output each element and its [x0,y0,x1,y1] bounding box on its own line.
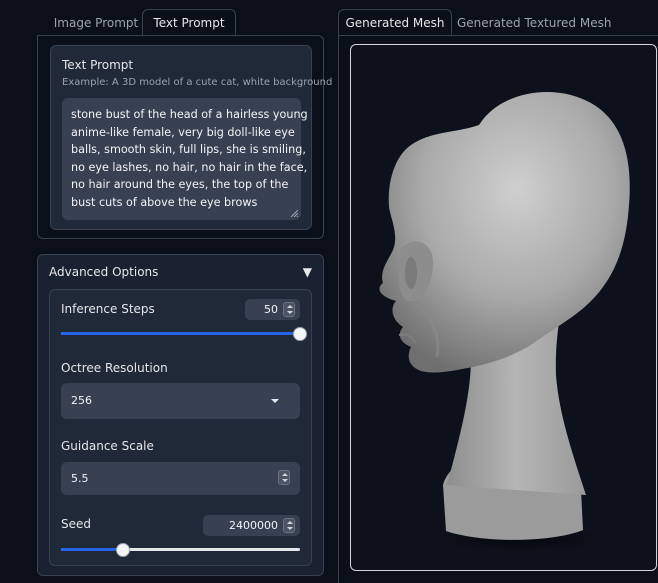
text-prompt-block: Text Prompt Example: A 3D model of a cut… [50,45,332,230]
tab-generated-mesh[interactable]: Generated Mesh [338,9,452,36]
prompt-line: bust cuts of above the eye brows [71,195,258,209]
bust-render-image [379,91,630,551]
slider-fill [61,332,300,335]
slider-fill [61,548,124,551]
text-prompt-panel: Text Prompt Example: A 3D model of a cut… [37,35,332,239]
seed-value: 2400000 [229,519,278,532]
guidance-scale-label: Guidance Scale [61,439,154,453]
inference-steps-input[interactable]: 50 [245,299,300,320]
seed-slider[interactable] [61,543,300,557]
advanced-options-body: Inference Steps 50 Octree Resolution 256… [49,289,312,566]
dropdown-arrow-icon [271,399,279,403]
stepper-icon[interactable] [283,302,295,317]
advanced-options-title[interactable]: Advanced Options [49,265,158,279]
resize-grip-icon[interactable] [290,209,298,217]
tab-generated-textured-mesh[interactable]: Generated Textured Mesh [456,9,611,36]
text-prompt-label: Text Prompt [62,58,134,72]
collapse-caret-icon[interactable]: ▼ [303,265,312,279]
seed-input[interactable]: 2400000 [203,515,300,536]
seed-label: Seed [61,517,91,531]
guidance-scale-input[interactable]: 5.5 [61,462,300,495]
prompt-line: no eye lashes, no hair, no hair in the f… [71,160,308,174]
advanced-options-accordion: Advanced Options ▼ Inference Steps 50 Oc… [37,254,324,576]
inference-steps-value: 50 [264,303,278,316]
output-tabs: Generated Mesh Generated Textured Mesh [338,9,658,36]
slider-thumb[interactable] [116,543,131,557]
stepper-icon[interactable] [278,470,290,485]
prompt-line: balls, smooth skin, full lips, she is sm… [71,143,306,157]
text-prompt-textarea[interactable]: stone bust of the head of a hairless you… [62,98,308,220]
inference-steps-slider[interactable] [61,327,307,341]
inference-steps-label: Inference Steps [61,302,155,316]
stepper-icon[interactable] [283,518,295,533]
text-prompt-example: Example: A 3D model of a cute cat, white… [62,77,333,88]
app-root: Image Prompt Text Prompt Text Prompt Exa… [0,0,658,583]
octree-resolution-label: Octree Resolution [61,361,168,375]
guidance-scale-value: 5.5 [71,472,89,485]
tab-text-prompt[interactable]: Text Prompt [142,9,236,36]
model-3d-viewer[interactable] [350,44,657,571]
mesh-output-panel [338,35,658,583]
octree-resolution-value: 256 [71,394,92,407]
slider-thumb[interactable] [293,327,307,341]
tab-image-prompt[interactable]: Image Prompt [44,9,148,36]
prompt-line: no hair around the eyes, the top of the [71,178,289,192]
octree-resolution-dropdown[interactable]: 256 [61,383,300,419]
input-tabs: Image Prompt Text Prompt [38,9,324,36]
prompt-line: anime-like female, very big doll-like ey… [71,125,295,139]
prompt-line: stone bust of the head of a hairless you… [71,108,308,121]
